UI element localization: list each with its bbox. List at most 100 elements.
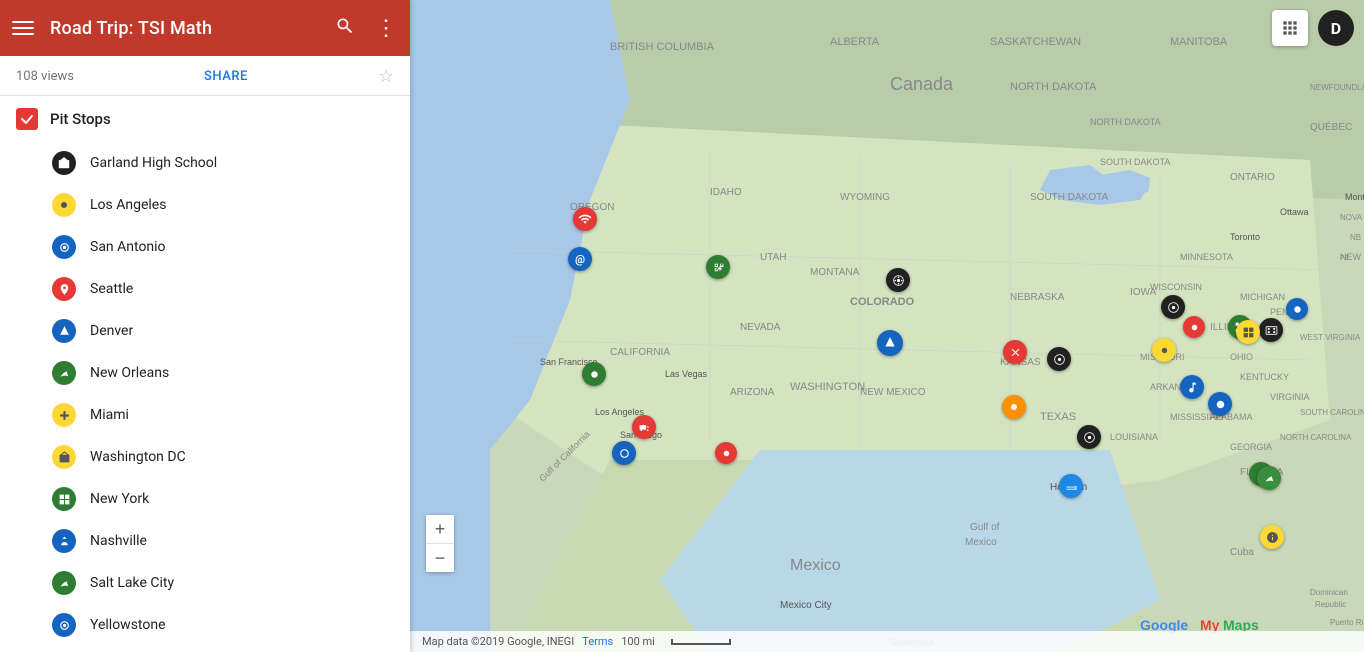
list-item[interactable]: Nashville [0, 520, 410, 562]
los-angeles-label: Los Angeles [90, 197, 166, 213]
svg-text:FLORIDA: FLORIDA [1240, 467, 1284, 478]
los-angeles-icon [52, 193, 76, 217]
svg-text:BRITISH COLUMBIA: BRITISH COLUMBIA [610, 41, 715, 53]
subheader: 108 views SHARE ☆ [0, 56, 410, 96]
svg-text:ARKANSAS: ARKANSAS [1150, 382, 1199, 392]
svg-text:UTAH: UTAH [760, 252, 786, 263]
san-antonio-label: San Antonio [90, 239, 166, 255]
map-copyright: Map data ©2019 Google, INEGI [422, 635, 574, 648]
miami-label: Miami [90, 407, 129, 423]
map-container[interactable]: BRITISH COLUMBIA ALBERTA SASKATCHEWAN MA… [410, 0, 1364, 652]
svg-text:San Francisco: San Francisco [540, 357, 598, 367]
places-list: Garland High School Los Angeles San Anto… [0, 138, 410, 652]
seattle-icon [52, 277, 76, 301]
sidebar: Road Trip: TSI Math ⋮ 108 views SHARE ☆ … [0, 0, 410, 652]
svg-text:Montréal: Montréal [1345, 192, 1364, 202]
list-item[interactable]: Yellowstone [0, 604, 410, 646]
svg-text:Houston: Houston [1050, 482, 1087, 493]
svg-text:SOUTH DAKOTA: SOUTH DAKOTA [1030, 192, 1108, 203]
svg-text:PENN: PENN [1270, 307, 1295, 317]
svg-text:ILLINOIS: ILLINOIS [1210, 322, 1251, 333]
list-item[interactable]: Salt Lake City [0, 562, 410, 604]
svg-text:NORTH DAKOTA: NORTH DAKOTA [1090, 117, 1161, 127]
scale-bar [671, 639, 731, 645]
svg-text:NEWFOUNDLAND AND LABRADOR: NEWFOUNDLAND AND LABRADOR [1310, 83, 1364, 92]
zoom-controls: + − [426, 515, 454, 572]
svg-text:Mexico City: Mexico City [780, 600, 832, 611]
yellowstone-icon [52, 613, 76, 637]
washington-dc-icon [52, 445, 76, 469]
svg-text:NORTH CAROLINA: NORTH CAROLINA [1280, 433, 1352, 442]
washington-dc-label: Washington DC [90, 449, 186, 465]
svg-text:Toronto: Toronto [1230, 232, 1260, 242]
svg-text:QUÉBEC: QUÉBEC [1310, 120, 1352, 133]
svg-text:GEORGIA: GEORGIA [1230, 442, 1272, 452]
list-item[interactable]: New York [0, 478, 410, 520]
svg-text:Republic: Republic [1315, 600, 1346, 609]
nashville-label: Nashville [90, 533, 147, 549]
map-background: BRITISH COLUMBIA ALBERTA SASKATCHEWAN MA… [410, 0, 1364, 652]
list-item[interactable]: Denver [0, 310, 410, 352]
svg-text:MANITOBA: MANITOBA [1170, 36, 1228, 48]
list-item[interactable]: Kansas City [0, 646, 410, 652]
list-item[interactable]: Garland High School [0, 142, 410, 184]
search-icon[interactable] [335, 16, 355, 41]
star-icon[interactable]: ☆ [378, 66, 394, 87]
svg-text:ONTARIO: ONTARIO [1230, 172, 1275, 183]
list-item[interactable]: New Orleans [0, 352, 410, 394]
svg-text:Ottawa: Ottawa [1280, 207, 1309, 217]
share-button[interactable]: SHARE [204, 69, 248, 84]
svg-text:NEVADA: NEVADA [740, 322, 781, 333]
map-footer: Map data ©2019 Google, INEGI Terms 100 m… [410, 631, 1364, 652]
scale-label: 100 mi [621, 635, 655, 648]
zoom-in-button[interactable]: + [426, 515, 454, 543]
svg-text:SOUTH CAROLINA: SOUTH CAROLINA [1300, 408, 1364, 417]
zoom-out-button[interactable]: − [426, 544, 454, 572]
garland-icon [52, 151, 76, 175]
top-right-controls: D [1272, 10, 1354, 46]
svg-text:PE: PE [1340, 255, 1350, 262]
denver-icon [52, 319, 76, 343]
svg-text:TEXAS: TEXAS [1040, 411, 1076, 423]
svg-text:WISCONSIN: WISCONSIN [1150, 282, 1202, 292]
svg-text:Mexico: Mexico [965, 537, 997, 548]
svg-text:MONTANA: MONTANA [810, 267, 860, 278]
svg-text:VIRGINIA: VIRGINIA [1270, 392, 1310, 402]
svg-text:ARIZONA: ARIZONA [730, 387, 775, 398]
svg-text:KANSAS: KANSAS [1000, 357, 1041, 368]
svg-text:OREGON: OREGON [570, 202, 614, 213]
svg-text:CALIFORNIA: CALIFORNIA [610, 347, 670, 358]
miami-icon [52, 403, 76, 427]
menu-button[interactable] [12, 21, 34, 35]
svg-text:SASKATCHEWAN: SASKATCHEWAN [990, 36, 1081, 48]
yellowstone-label: Yellowstone [90, 617, 166, 633]
section-header: Pit Stops [0, 96, 410, 138]
svg-text:WASHINGTON: WASHINGTON [790, 381, 865, 393]
new-york-label: New York [90, 491, 149, 507]
list-item[interactable]: Los Angeles [0, 184, 410, 226]
svg-text:MINNESOTA: MINNESOTA [1180, 252, 1233, 262]
svg-text:NEW MEXICO: NEW MEXICO [860, 387, 926, 398]
svg-text:NORTH DAKOTA: NORTH DAKOTA [1010, 81, 1097, 93]
svg-text:NEBRASKA: NEBRASKA [1010, 292, 1065, 303]
san-antonio-icon [52, 235, 76, 259]
svg-text:Canada: Canada [890, 74, 954, 94]
grid-button[interactable] [1272, 10, 1308, 46]
views-count: 108 views [16, 69, 74, 84]
list-item[interactable]: Miami [0, 394, 410, 436]
list-item[interactable]: Washington DC [0, 436, 410, 478]
svg-text:Mexico: Mexico [790, 557, 841, 574]
list-item[interactable]: San Antonio [0, 226, 410, 268]
pit-stops-checkbox[interactable] [16, 108, 38, 130]
more-icon[interactable]: ⋮ [375, 16, 398, 41]
new-york-icon [52, 487, 76, 511]
svg-text:SOUTH DAKOTA: SOUTH DAKOTA [1100, 157, 1170, 167]
page-title: Road Trip: TSI Math [50, 18, 335, 39]
list-item[interactable]: Seattle [0, 268, 410, 310]
svg-text:Cuba: Cuba [1230, 547, 1254, 558]
salt-lake-city-label: Salt Lake City [90, 575, 174, 591]
map-terms-link[interactable]: Terms [582, 635, 613, 648]
denver-label: Denver [90, 323, 133, 339]
svg-text:IDAHO: IDAHO [710, 187, 742, 198]
user-avatar[interactable]: D [1318, 10, 1354, 46]
